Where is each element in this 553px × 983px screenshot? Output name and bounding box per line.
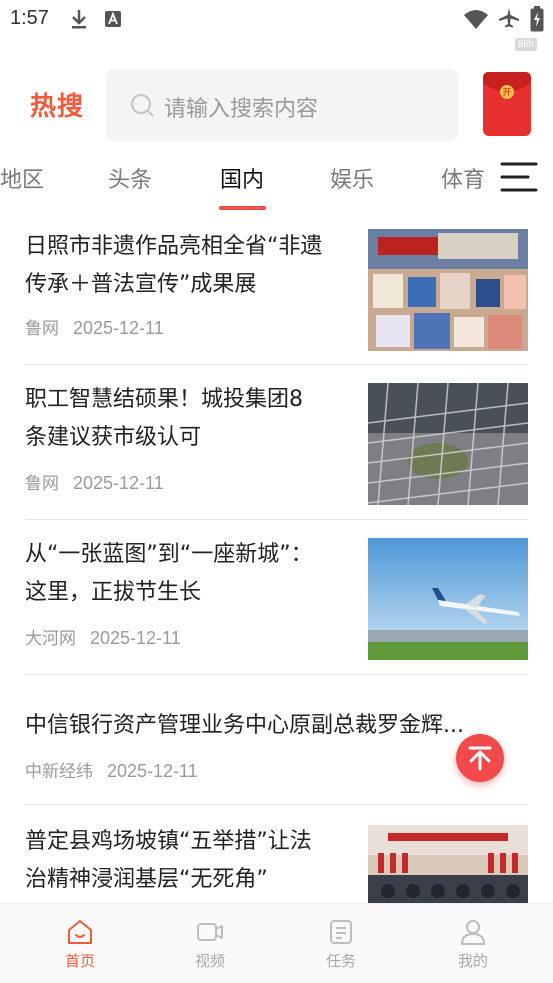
profile-icon xyxy=(461,920,485,945)
news-title: 中信银行资产管理业务中心原副总裁罗金辉... xyxy=(25,713,464,738)
news-source: 大河网 xyxy=(25,629,76,649)
news-date: 2025-12-11 xyxy=(107,761,198,781)
search-icon xyxy=(131,94,154,117)
nav-home[interactable]: 首页 xyxy=(25,904,135,983)
news-meta: 中新经纬 2025-12-11 xyxy=(25,757,198,782)
active-tab-indicator xyxy=(219,206,266,210)
bottom-navigation: 首页 视频 任务 我的 xyxy=(0,903,553,983)
tab-entertainment[interactable]: 娱乐 xyxy=(330,162,374,194)
arrow-up-icon xyxy=(468,746,492,771)
news-title: 这里，正拔节生长 xyxy=(25,580,202,605)
category-tabs: 地区 头条 国内 娱乐 体育 xyxy=(0,150,553,214)
wifi-icon xyxy=(464,10,488,29)
airplane-icon xyxy=(499,8,519,28)
news-title: 职工智慧结硕果！城投集团8 xyxy=(25,387,303,412)
home-icon xyxy=(68,920,92,944)
news-item[interactable]: 中信银行资产管理业务中心原副总裁罗金辉... 中新经纬 2025-12-11 xyxy=(25,675,528,805)
news-item[interactable]: 日照市非遗作品亮相全省“非遗 传承＋普法宣传”成果展 鲁网 2025-12-11 xyxy=(25,214,528,365)
news-title: 普定县鸡场坡镇“五举措”让法 xyxy=(25,829,312,854)
news-thumbnail xyxy=(368,383,528,505)
news-item[interactable]: 从“一张蓝图”到“一座新城”： 这里，正拔节生长 大河网 2025-12-11 xyxy=(25,520,528,675)
battery-icon xyxy=(530,6,544,32)
nav-label: 首页 xyxy=(64,952,95,970)
news-feed: 日照市非遗作品亮相全省“非遗 传承＋普法宣传”成果展 鲁网 2025-12-11 … xyxy=(0,214,553,904)
news-date: 2025-12-11 xyxy=(73,318,164,338)
status-bar: 1:57 8l/h xyxy=(0,0,553,51)
font-icon xyxy=(105,11,121,27)
news-meta: 鲁网 2025-12-11 xyxy=(25,469,164,494)
news-thumbnail xyxy=(368,825,528,904)
news-thumbnail xyxy=(368,229,528,351)
nav-profile[interactable]: 我的 xyxy=(418,904,528,983)
news-meta: 鲁网 2025-12-11 xyxy=(25,314,164,339)
header: 热搜 请输入搜索内容 开 xyxy=(0,66,553,142)
menu-icon[interactable] xyxy=(500,160,538,194)
tab-sports[interactable]: 体育 xyxy=(441,162,485,194)
nav-label: 我的 xyxy=(457,952,488,970)
news-meta: 大河网 2025-12-11 xyxy=(25,624,181,649)
news-source: 鲁网 xyxy=(25,319,59,339)
news-title: 条建议获市级认可 xyxy=(25,425,202,450)
back-to-top-button[interactable] xyxy=(456,734,504,782)
news-title: 从“一张蓝图”到“一座新城”： xyxy=(25,542,313,567)
nav-video[interactable]: 视频 xyxy=(155,904,265,983)
tab-headlines[interactable]: 头条 xyxy=(108,162,152,194)
svg-text:开: 开 xyxy=(502,88,511,99)
news-date: 2025-12-11 xyxy=(73,473,164,493)
nav-label: 视频 xyxy=(194,952,225,970)
news-thumbnail xyxy=(368,538,528,660)
news-item[interactable]: 普定县鸡场坡镇“五举措”让法 治精神浸润基层“无死角” xyxy=(25,805,528,904)
news-item[interactable]: 职工智慧结硕果！城投集团8 条建议获市级认可 鲁网 2025-12-11 xyxy=(25,365,528,520)
news-title: 日照市非遗作品亮相全省“非遗 xyxy=(25,234,323,259)
hot-search-title: 热搜 xyxy=(30,92,85,122)
search-placeholder: 请输入搜索内容 xyxy=(164,97,319,122)
tab-region[interactable]: 地区 xyxy=(0,162,44,194)
news-source: 鲁网 xyxy=(25,474,59,494)
status-time: 1:57 xyxy=(10,7,49,29)
download-icon xyxy=(72,10,86,29)
red-packet-icon[interactable]: 开 xyxy=(482,71,532,137)
tab-domestic[interactable]: 国内 xyxy=(220,162,264,194)
nav-task[interactable]: 任务 xyxy=(286,904,396,983)
news-source: 中新经纬 xyxy=(25,762,93,782)
news-date: 2025-12-11 xyxy=(90,628,181,648)
nav-label: 任务 xyxy=(325,952,356,970)
news-title: 治精神浸润基层“无死角” xyxy=(25,867,268,892)
network-speed-badge: 8l/h xyxy=(514,38,537,51)
task-icon xyxy=(330,920,352,944)
news-title: 传承＋普法宣传”成果展 xyxy=(25,272,257,297)
video-icon xyxy=(197,923,223,941)
search-box[interactable]: 请输入搜索内容 xyxy=(106,69,458,141)
